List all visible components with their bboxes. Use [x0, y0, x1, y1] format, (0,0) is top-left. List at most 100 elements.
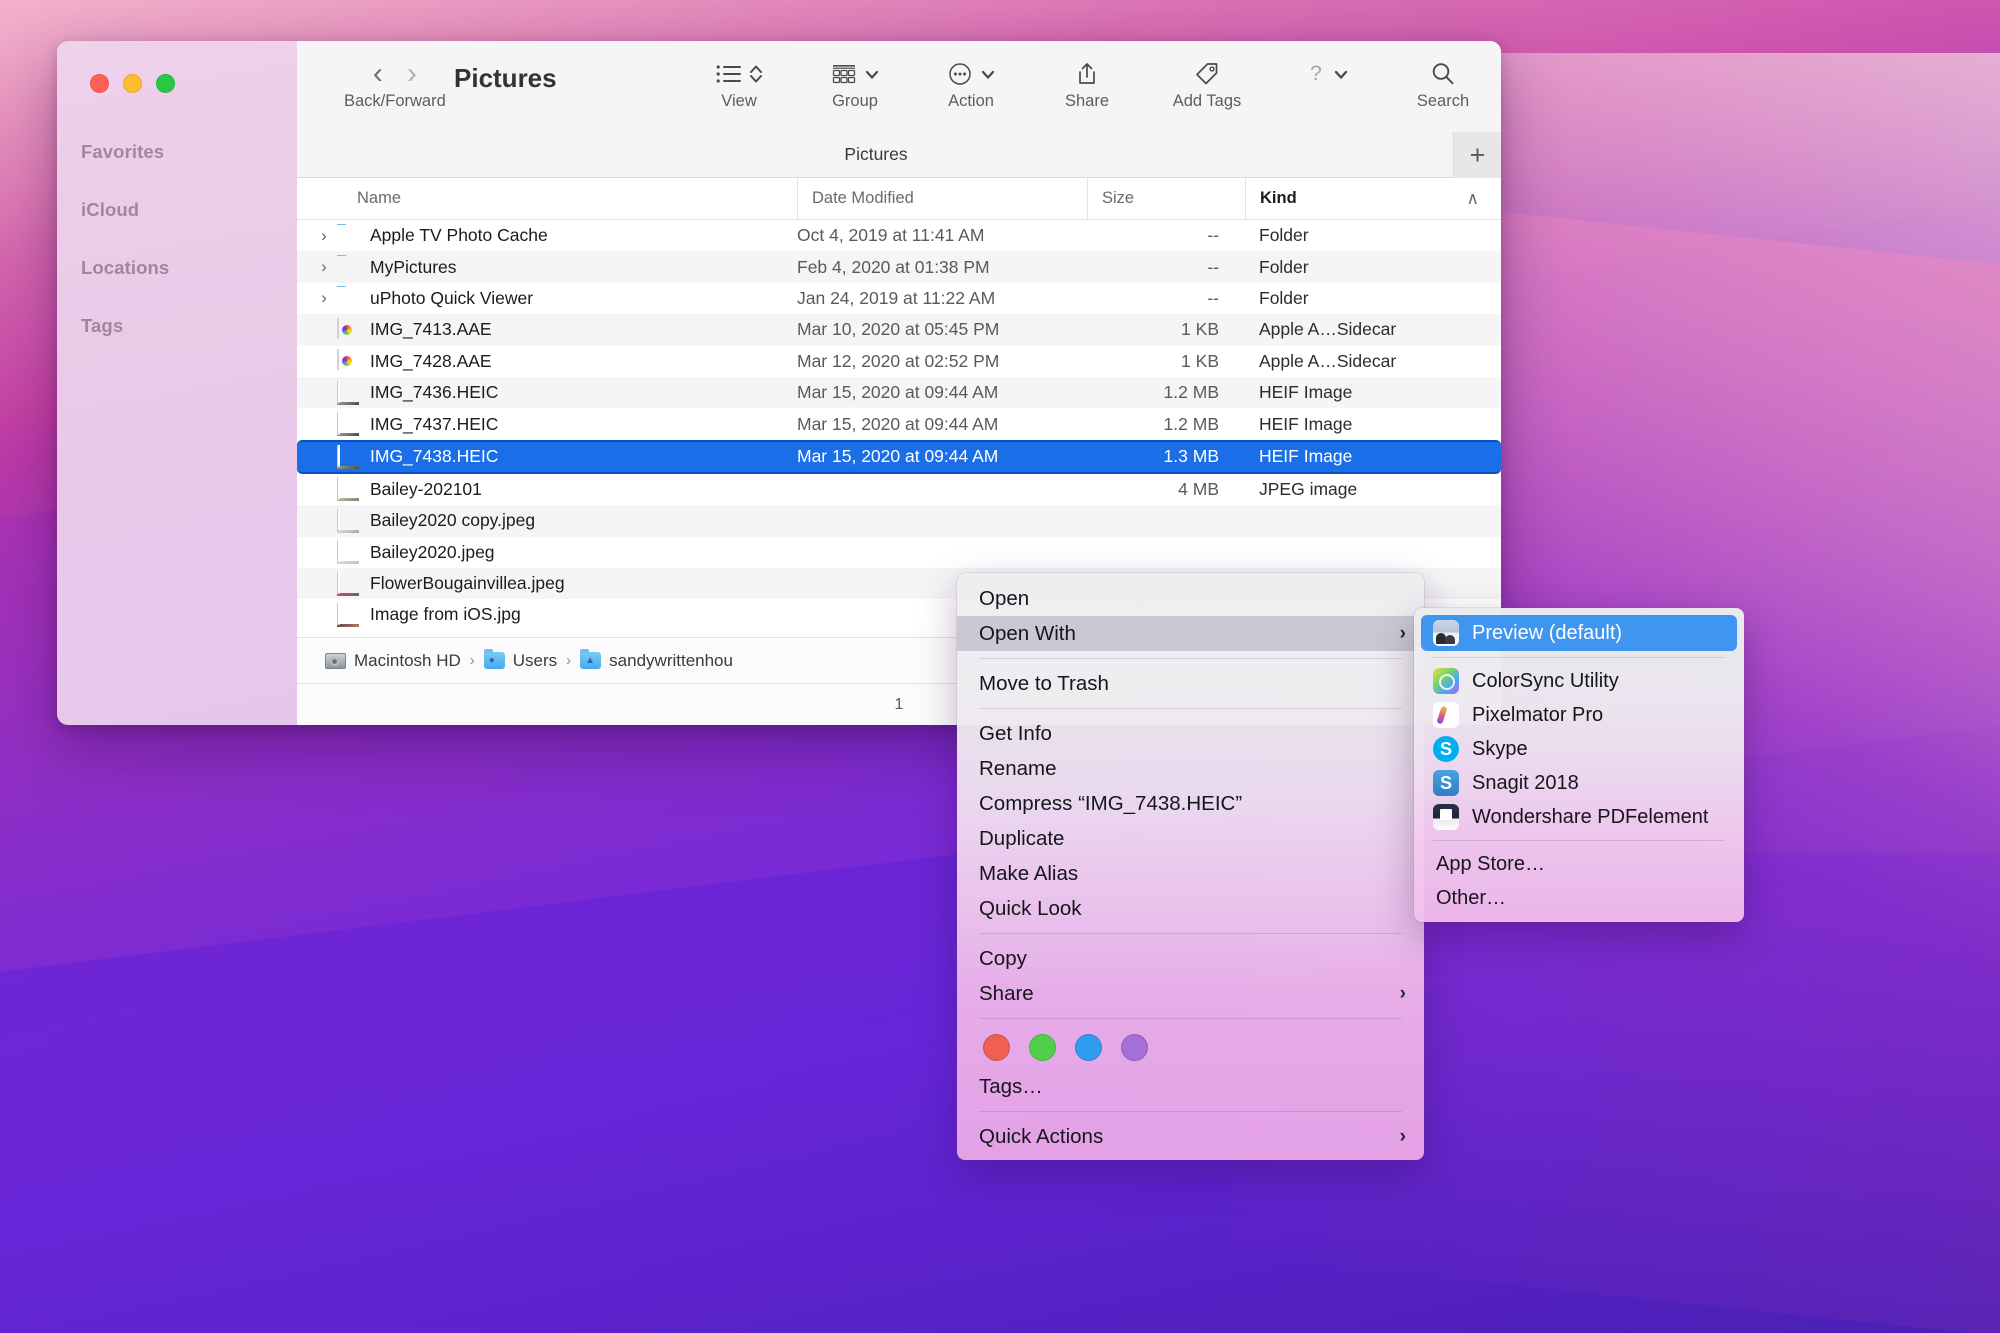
menu-item-open-with[interactable]: Open With › [957, 616, 1424, 651]
sort-updown-icon[interactable] [749, 63, 763, 85]
menu-item-label: Open With [979, 621, 1076, 645]
harddisk-icon [325, 652, 346, 669]
menu-item-share[interactable]: Share › [957, 976, 1424, 1011]
tag-color-swatch-3[interactable] [1121, 1034, 1148, 1061]
file-kind: Apple A…Sidecar [1259, 319, 1397, 340]
search-button[interactable]: Search [1385, 55, 1501, 111]
table-row[interactable]: ›IMG_7436.HEICMar 15, 2020 at 09:44 AM 1.… [297, 376, 1501, 409]
menu-item-make-alias[interactable]: Make Alias [957, 856, 1424, 891]
tab-pictures[interactable]: Pictures [297, 144, 1501, 165]
back-icon[interactable]: ‹ [373, 59, 383, 89]
file-name-cell: ›IMG_7413.AAE [297, 317, 797, 342]
menu-item-open[interactable]: Open [957, 581, 1424, 616]
column-header-date-modified[interactable]: Date Modified [797, 177, 1087, 220]
submenu-item-app-store[interactable]: App Store… [1414, 847, 1744, 881]
breadcrumb-item-macintosh-hd[interactable]: Macintosh HD [325, 651, 461, 671]
group-button[interactable]: Group [797, 55, 913, 111]
breadcrumb-label: sandywrittenhou [609, 650, 733, 670]
tag-color-swatch-0[interactable] [983, 1034, 1010, 1061]
table-row[interactable]: ›IMG_7438.HEICMar 15, 2020 at 09:44 AM 1.… [297, 439, 1501, 474]
column-header-kind[interactable]: Kind [1245, 177, 1501, 220]
forward-icon[interactable]: › [407, 59, 417, 89]
menu-separator [979, 1111, 1402, 1112]
menu-item-get-info[interactable]: Get Info [957, 716, 1424, 751]
sort-ascending-icon[interactable]: ∧ [1467, 189, 1479, 209]
table-row[interactable]: › Apple TV Photo Cache Oct 4, 2019 at 11:4… [297, 220, 1501, 251]
submenu-item-preview-default[interactable]: Preview (default) [1421, 615, 1737, 651]
disclosure-triangle-icon[interactable]: › [311, 226, 337, 246]
action-button[interactable]: Action [913, 55, 1029, 111]
submenu-item-label: Snagit 2018 [1472, 771, 1579, 794]
group-icon [831, 63, 857, 85]
menu-item-copy[interactable]: Copy [957, 941, 1424, 976]
file-name-cell: ›Image from iOS.jpg [297, 602, 797, 627]
menu-item-label: Get Info [979, 721, 1052, 745]
tag-color-swatch-1[interactable] [1029, 1034, 1056, 1061]
table-row[interactable]: ›Bailey2020 copy.jpeg [297, 505, 1501, 537]
close-button[interactable] [90, 74, 109, 93]
disclosure-triangle-icon[interactable]: › [311, 257, 337, 277]
group-label: Group [832, 92, 878, 110]
sidebar-section-locations[interactable]: Locations [57, 257, 297, 279]
sidecar-file-icon [337, 317, 359, 342]
file-date-modified: Mar 15, 2020 at 09:44 AM [797, 446, 999, 467]
breadcrumb-item-user-home[interactable]: ▲ sandywrittenhou [580, 649, 733, 671]
file-kind: Folder [1259, 225, 1309, 246]
file-name: IMG_7413.AAE [370, 319, 492, 340]
table-row[interactable]: ›IMG_7428.AAEMar 12, 2020 at 02:52 PM 1 K… [297, 346, 1501, 377]
submenu-item-snagit-2018[interactable]: Snagit 2018 [1414, 766, 1744, 800]
share-button[interactable]: Share [1029, 55, 1145, 111]
back-forward-group: ‹ › Back/Forward [344, 55, 446, 111]
table-row[interactable]: › MyPictures Feb 4, 2020 at 01:38 PM -- Fold… [297, 251, 1501, 283]
chevron-down-icon[interactable] [864, 63, 880, 85]
back-forward-label: Back/Forward [344, 92, 446, 110]
menu-item-tags[interactable]: Tags… [957, 1069, 1424, 1104]
submenu-item-skype[interactable]: Skype [1414, 732, 1744, 766]
tag-color-swatch-2[interactable] [1075, 1034, 1102, 1061]
file-name: Bailey2020 copy.jpeg [370, 510, 536, 531]
sidebar-section-favorites[interactable]: Favorites [57, 141, 297, 163]
view-button[interactable]: View [681, 55, 797, 111]
menu-item-rename[interactable]: Rename [957, 751, 1424, 786]
submenu-item-label: Skype [1472, 737, 1528, 760]
submenu-item-other[interactable]: Other… [1414, 881, 1744, 915]
chevron-down-icon[interactable] [1333, 63, 1349, 85]
menu-item-quick-actions[interactable]: Quick Actions › [957, 1119, 1424, 1154]
new-tab-button[interactable]: + [1453, 132, 1501, 178]
desktop: Favorites iCloud Locations Tags ‹ › Back… [0, 0, 2000, 1333]
search-icon [1430, 61, 1456, 87]
submenu-item-wondershare-pdfelement[interactable]: Wondershare PDFelement [1414, 800, 1744, 834]
sidebar-section-icloud[interactable]: iCloud [57, 199, 297, 221]
table-row[interactable]: ›IMG_7413.AAEMar 10, 2020 at 05:45 PM 1 K… [297, 314, 1501, 346]
menu-item-quick-look[interactable]: Quick Look [957, 891, 1424, 926]
folder-icon [337, 255, 359, 279]
table-row[interactable]: › uPhoto Quick Viewer Jan 24, 2019 at 11:2… [297, 283, 1501, 314]
sidebar-section-tags[interactable]: Tags [57, 315, 297, 337]
add-tags-button[interactable]: Add Tags [1145, 55, 1269, 111]
menu-item-label: Rename [979, 756, 1057, 780]
minimize-button[interactable] [123, 74, 142, 93]
file-kind: Folder [1259, 287, 1309, 308]
users-folder-icon: ● [483, 649, 505, 669]
table-row[interactable]: ›IMG_7437.HEICMar 15, 2020 at 09:44 AM 1.… [297, 408, 1501, 439]
photo-thumbnail-icon [337, 477, 359, 502]
table-row[interactable]: ›Bailey2020.jpeg [297, 537, 1501, 568]
zoom-button[interactable] [156, 74, 175, 93]
action-label: Action [948, 92, 994, 110]
column-header-name[interactable]: Name [297, 178, 797, 220]
menu-item-move-to-trash[interactable]: Move to Trash [957, 666, 1424, 701]
breadcrumb-item-users[interactable]: ● Users [483, 649, 557, 671]
menu-item-compress-img-7438-heic[interactable]: Compress “IMG_7438.HEIC” [957, 786, 1424, 821]
context-menu[interactable]: Open Open With › Move to Trash Get Info Renam… [957, 573, 1424, 1160]
submenu-item-colorsync-utility[interactable]: ColorSync Utility [1414, 664, 1744, 698]
help-button[interactable]: ? [1269, 55, 1385, 92]
submenu-item-pixelmator-pro[interactable]: Pixelmator Pro [1414, 698, 1744, 732]
chevron-down-icon[interactable] [980, 63, 996, 85]
open-with-submenu[interactable]: Preview (default) ColorSync Utility Pixelm… [1414, 608, 1744, 922]
menu-item-duplicate[interactable]: Duplicate [957, 821, 1424, 856]
disclosure-triangle-icon[interactable]: › [311, 288, 337, 308]
toolbar-actions: View Group Action Share Add Tags ? Searc… [681, 55, 1501, 111]
table-row[interactable]: ›Bailey-202101 4 MB JPEG image [297, 474, 1501, 505]
column-header-size[interactable]: Size [1087, 177, 1245, 220]
file-name-cell: ›IMG_7437.HEIC [297, 412, 797, 437]
